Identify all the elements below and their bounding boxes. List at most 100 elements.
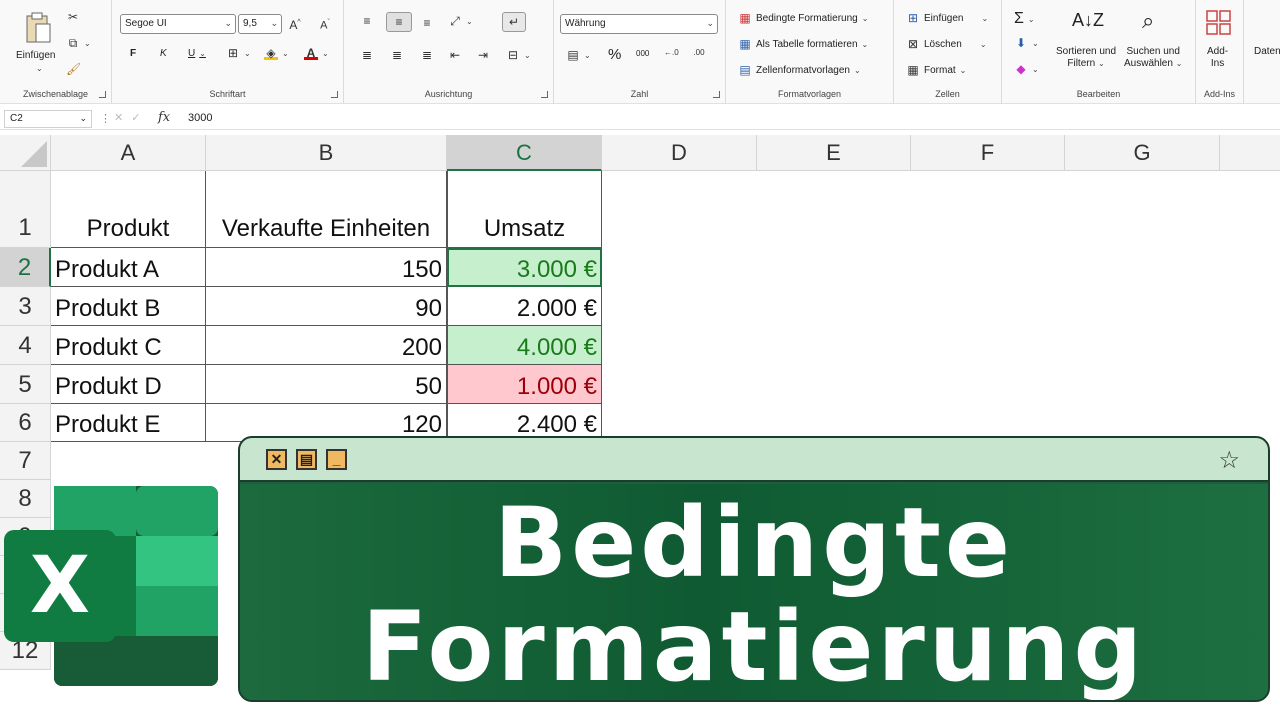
formula-input[interactable]: 3000 (188, 112, 212, 124)
clear-icon[interactable]: ◆ ⌄ (1014, 62, 1038, 76)
row-header-6[interactable]: 6 (0, 404, 51, 442)
addins-label-1: Add- (1207, 46, 1229, 57)
conditional-formatting-button[interactable]: ▦ Bedingte Formatierung ⌄ (738, 11, 868, 25)
thousands-button[interactable]: 000 (636, 49, 649, 58)
align-bottom-icon[interactable]: ≡ (420, 16, 434, 30)
delete-cells-button[interactable]: ⊠ Löschen ⌄ (906, 37, 987, 51)
column-header-b[interactable]: B (206, 135, 447, 171)
search-icon[interactable]: ⌕ (1142, 8, 1154, 34)
cell-b6-value: 120 (401, 411, 442, 438)
sort-filter-icon[interactable]: A↓Z (1072, 10, 1104, 31)
align-right-icon[interactable]: ≣ (420, 48, 434, 62)
column-header-h[interactable] (1220, 135, 1280, 171)
cell-a5[interactable]: Produkt D (51, 365, 206, 404)
align-center-icon[interactable]: ≣ (390, 48, 404, 62)
cell-a6[interactable]: Produkt E (51, 404, 206, 442)
format-painter-icon[interactable]: 🖌 (66, 62, 81, 76)
cell-b1[interactable]: Verkaufte Einheiten (206, 171, 447, 248)
paste-button[interactable]: Einfügen (16, 50, 55, 61)
addins-button[interactable]: Add- Ins (1207, 46, 1228, 69)
cell-a2[interactable]: Produkt A (51, 248, 206, 287)
row-header-4[interactable]: 4 (0, 326, 51, 365)
format-as-table-button[interactable]: ▦ Als Tabelle formatieren ⌄ (738, 37, 868, 51)
column-header-a[interactable]: A (51, 135, 206, 171)
find-select-button[interactable]: Suchen und Auswählen ⌄ (1124, 46, 1182, 69)
restore-icon[interactable]: ▤ (296, 449, 317, 470)
align-top-icon[interactable]: ≡ (360, 14, 374, 28)
format-cells-button[interactable]: ▦ Format ⌄ (906, 63, 966, 77)
addins-icon[interactable] (1206, 10, 1232, 36)
cell-b3[interactable]: 90 (206, 287, 447, 326)
cell-styles-button[interactable]: ▤ Zellenformatvorlagen ⌄ (738, 63, 860, 77)
column-header-d[interactable]: D (602, 135, 757, 171)
cell-a1[interactable]: Produkt (51, 171, 206, 248)
cell-b2[interactable]: 150 (206, 248, 447, 287)
increase-font-icon[interactable]: A^ (288, 16, 302, 32)
decrease-indent-icon[interactable]: ⇤ (448, 48, 462, 62)
align-left-icon[interactable]: ≣ (360, 48, 374, 62)
increase-indent-icon[interactable]: ⇥ (476, 48, 490, 62)
fill-icon[interactable]: ⬇ ⌄ (1014, 36, 1039, 50)
font-name-select[interactable]: Segoe UI ⌄ (120, 14, 236, 34)
formula-bar-options-icon[interactable]: ⋮ (100, 112, 111, 125)
column-header-g[interactable]: G (1065, 135, 1220, 171)
increase-decimal-icon[interactable]: ←.0 (664, 46, 679, 60)
column-header-e[interactable]: E (757, 135, 911, 171)
fill-color-icon[interactable]: ◈ ⌄ (264, 46, 289, 60)
decrease-decimal-icon[interactable]: .00 (692, 46, 706, 60)
column-header-c[interactable]: C (447, 135, 602, 171)
borders-icon[interactable]: ⊞ ⌄ (226, 46, 251, 60)
underline-button[interactable]: U ⌄ (188, 48, 206, 59)
font-size-select[interactable]: 9,5 ⌄ (238, 14, 282, 34)
column-header-f[interactable]: F (911, 135, 1065, 171)
minimize-icon[interactable]: _ (326, 449, 347, 470)
percent-button[interactable]: % (608, 46, 621, 63)
orientation-icon[interactable]: ⤢ ⌄ (448, 14, 473, 28)
cell-c3[interactable]: 2.000 € (447, 287, 602, 326)
wrap-text-icon[interactable]: ↵ (502, 12, 526, 32)
cell-c4[interactable]: 4.000 € (447, 326, 602, 365)
star-icon[interactable]: ☆ (1218, 446, 1240, 475)
cell-b5[interactable]: 50 (206, 365, 447, 404)
close-icon[interactable]: ✕ (266, 449, 287, 470)
italic-button[interactable]: K (160, 48, 167, 59)
select-all-button[interactable] (0, 135, 51, 171)
accounting-icon[interactable]: ▤ ⌄ (566, 48, 590, 62)
cell-c5[interactable]: 1.000 € (447, 365, 602, 404)
decrease-font-icon[interactable]: Aˇ (318, 16, 332, 32)
row-header-5[interactable]: 5 (0, 365, 51, 404)
insert-function-icon[interactable]: fx (158, 110, 170, 125)
cell-c2[interactable]: 3.000 € (447, 248, 602, 287)
conditional-formatting-icon: ▦ (739, 11, 751, 25)
merge-center-icon[interactable]: ⊟ ⌄ (506, 48, 531, 62)
cut-icon[interactable]: ✂ (66, 10, 80, 24)
header-revenue: Umsatz (483, 215, 566, 242)
insert-cells-button[interactable]: ⊞ Einfügen ⌄ (906, 11, 988, 25)
paste-dropdown[interactable]: ⌄ (36, 64, 43, 73)
empty-cells-area[interactable] (602, 171, 1280, 442)
row-header-1[interactable]: 1 (0, 171, 51, 248)
autosum-icon[interactable]: Σ ⌄ (1014, 10, 1035, 28)
bold-button[interactable]: F (130, 48, 136, 59)
align-middle-icon[interactable]: ≡ (386, 12, 412, 32)
data-analysis-button[interactable]: Daten (1254, 46, 1280, 57)
font-color-icon[interactable]: A ⌄ (304, 46, 329, 60)
cell-a3[interactable]: Produkt B (51, 287, 206, 326)
number-format-select[interactable]: Währung ⌄ (560, 14, 718, 34)
number-launcher-icon[interactable] (713, 91, 720, 98)
cell-a4[interactable]: Produkt C (51, 326, 206, 365)
alignment-launcher-icon[interactable] (541, 91, 548, 98)
clipboard-launcher-icon[interactable] (99, 91, 106, 98)
sort-filter-button[interactable]: Sortieren und Filtern ⌄ (1056, 46, 1116, 69)
row-header-2[interactable]: 2 (0, 248, 51, 287)
copy-icon[interactable]: ⧉ ⌄ (66, 36, 91, 50)
row-header-3[interactable]: 3 (0, 287, 51, 326)
name-box[interactable]: C2 ⌄ (4, 110, 92, 128)
row-header-7[interactable]: 7 (0, 442, 51, 480)
cell-c1[interactable]: Umsatz (447, 171, 602, 248)
cell-b4[interactable]: 200 (206, 326, 447, 365)
cell-styles-icon: ▤ (739, 63, 751, 77)
font-launcher-icon[interactable] (331, 91, 338, 98)
thousands-label: 000 (636, 49, 650, 58)
paste-icon[interactable] (22, 10, 52, 44)
